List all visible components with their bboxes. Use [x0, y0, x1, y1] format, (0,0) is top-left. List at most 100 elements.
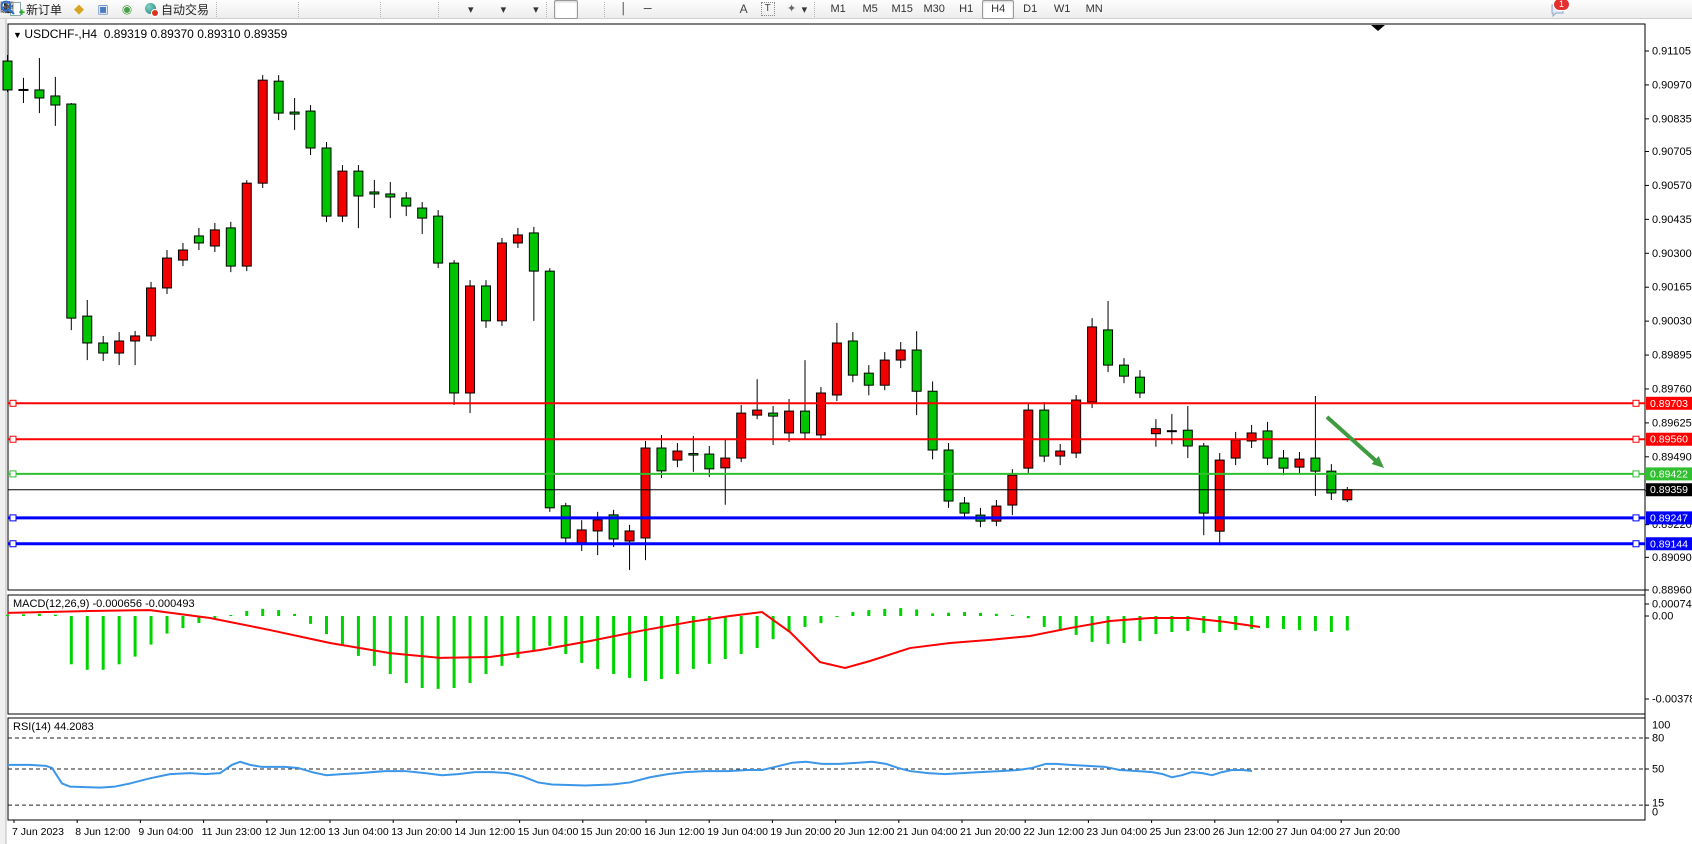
bar-chart-button[interactable] — [224, 0, 248, 19]
chart-shift-button[interactable] — [412, 0, 436, 19]
toolbar-separator — [438, 2, 444, 17]
price-tick-label: 0.89760 — [1652, 383, 1692, 395]
horizontal-line-icon: ─ — [641, 2, 655, 16]
label-tool-button[interactable]: T — [756, 0, 780, 19]
window-left-edge — [0, 19, 6, 844]
periods-button[interactable]: ▾ — [479, 0, 512, 19]
time-label: 13 Jun 04:00 — [328, 826, 389, 838]
hline-handle[interactable] — [10, 515, 16, 521]
candle — [737, 405, 746, 462]
candle — [482, 280, 491, 328]
macd-axis-label: 0.000741 — [1652, 599, 1692, 611]
chat-icon[interactable]: 1 — [1550, 2, 1564, 16]
candle — [274, 75, 283, 120]
timeframe-mn[interactable]: MN — [1078, 0, 1110, 19]
zoom-out-button[interactable] — [330, 0, 354, 19]
zoom-in-button[interactable] — [306, 0, 330, 19]
trendline-icon — [665, 2, 679, 16]
time-label: 27 Jun 04:00 — [1276, 826, 1337, 838]
hline-handle[interactable] — [1633, 515, 1639, 521]
tile-windows-button[interactable] — [354, 0, 378, 19]
hline-handle[interactable] — [10, 541, 16, 547]
candle — [434, 210, 443, 268]
signals-button[interactable]: ◉ — [115, 0, 139, 19]
templates-button[interactable]: ▾ — [511, 0, 544, 19]
timeframe-d1[interactable]: D1 — [1014, 0, 1046, 19]
candle — [944, 443, 953, 508]
autotrading-button[interactable]: 自动交易 — [139, 0, 214, 19]
price-badge-label: 0.89359 — [1650, 484, 1688, 496]
price-panel[interactable] — [8, 24, 1645, 590]
hline-tool-button[interactable]: ─ — [636, 0, 660, 19]
toolbar-separator — [814, 2, 820, 17]
toolbar-separator — [380, 2, 386, 17]
market-watch-icon: ▣ — [96, 2, 110, 16]
price-badge-label: 0.89703 — [1650, 398, 1688, 410]
price-tick-label: 0.91105 — [1652, 46, 1691, 58]
chart-dropdown-icon[interactable]: ▼ — [13, 30, 24, 40]
text-tool-button[interactable]: A — [732, 0, 756, 19]
macd-panel[interactable] — [8, 595, 1645, 714]
shapes-tool-button[interactable]: ✦ ▾ — [780, 0, 813, 19]
candlestick-chart-button[interactable] — [248, 0, 272, 19]
autoscroll-icon — [393, 2, 407, 16]
timeframe-m30[interactable]: M30 — [918, 0, 950, 19]
candle — [242, 180, 251, 271]
candle — [3, 55, 12, 92]
trendline-tool-button[interactable] — [660, 0, 684, 19]
rsi-axis-label: 100 — [1652, 720, 1670, 732]
time-label: 21 Jun 04:00 — [897, 826, 958, 838]
zoom-in-icon — [311, 2, 325, 16]
time-label: 11 Jun 23:00 — [202, 826, 262, 838]
chart-canvas[interactable]: 0.911050.909700.908350.907050.905700.904… — [0, 19, 1692, 844]
timeframe-h4[interactable]: H4 — [982, 0, 1014, 19]
hline-handle[interactable] — [1633, 541, 1639, 547]
cursor-tool-button[interactable] — [554, 0, 578, 19]
hline-handle[interactable] — [1633, 400, 1639, 406]
timeframe-h1[interactable]: H1 — [950, 0, 982, 19]
autoscroll-button[interactable] — [388, 0, 412, 19]
hline-handle[interactable] — [10, 400, 16, 406]
candle — [338, 165, 347, 222]
toolbar-separator — [546, 2, 552, 17]
candle — [450, 260, 459, 405]
candle — [545, 268, 554, 512]
new-chart-button[interactable]: ◆ — [67, 0, 91, 19]
time-label: 27 Jun 20:00 — [1339, 826, 1400, 838]
timeframe-w1[interactable]: W1 — [1046, 0, 1078, 19]
price-tick-label: 0.90030 — [1652, 316, 1692, 328]
time-label: 26 Jun 12:00 — [1213, 826, 1274, 838]
chart-ohlc-values: 0.89319 0.89370 0.89310 0.89359 — [104, 27, 288, 41]
timeframe-m1[interactable]: M1 — [822, 0, 854, 19]
dropdown-caret: ▾ — [501, 3, 507, 16]
dropdown-caret: ▾ — [468, 3, 474, 16]
new-order-label: 新订单 — [26, 1, 62, 18]
crosshair-tool-button[interactable] — [578, 0, 602, 19]
chat-badge: 1 — [1553, 0, 1570, 11]
price-tick-label: 0.89490 — [1652, 451, 1692, 463]
autotrading-label: 自动交易 — [161, 1, 209, 18]
vline-tool-button[interactable]: │ — [612, 0, 636, 19]
chart-title: ▼ USDCHF-,H4 0.89319 0.89370 0.89310 0.8… — [13, 27, 287, 41]
fibonacci-tool-button[interactable]: F — [708, 0, 732, 19]
candle — [306, 105, 315, 155]
crosshair-icon — [583, 2, 597, 16]
text-label-icon: T — [761, 2, 775, 16]
indicators-button[interactable]: + ▾ — [446, 0, 479, 19]
timeframe-m5[interactable]: M5 — [854, 0, 886, 19]
time-label: 15 Jun 20:00 — [581, 826, 642, 838]
hline-handle[interactable] — [10, 436, 16, 442]
timeframe-m15[interactable]: M15 — [886, 0, 918, 19]
price-tick-label: 0.90970 — [1652, 79, 1692, 91]
time-label: 7 Jun 2023 — [12, 826, 64, 838]
hline-handle[interactable] — [1633, 471, 1639, 477]
price-tick-label: 0.89625 — [1652, 417, 1692, 429]
market-watch-button[interactable]: ▣ — [91, 0, 115, 19]
search-icon[interactable] — [1528, 2, 1542, 16]
channel-tool-button[interactable]: E — [684, 0, 708, 19]
time-label: 12 Jun 12:00 — [265, 826, 326, 838]
hline-handle[interactable] — [1633, 436, 1639, 442]
candle — [1072, 395, 1081, 458]
hline-handle[interactable] — [10, 471, 16, 477]
line-chart-button[interactable] — [272, 0, 296, 19]
